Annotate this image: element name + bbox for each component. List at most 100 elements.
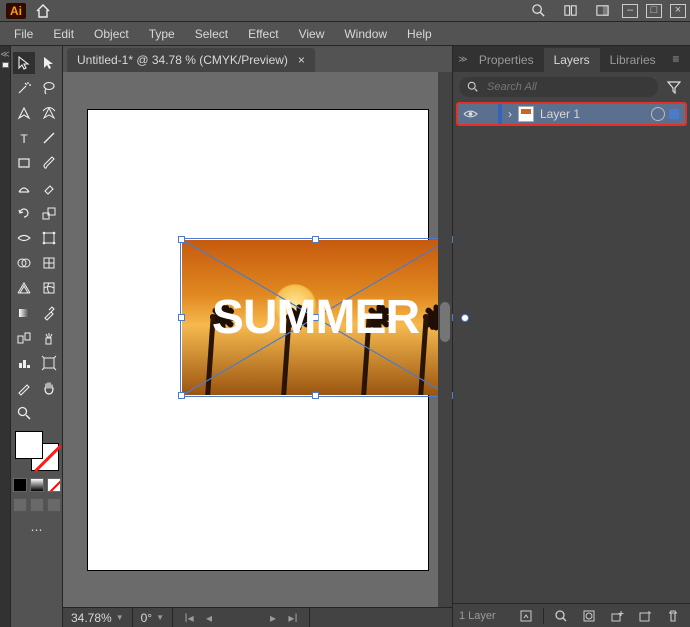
document-tab-close-icon[interactable]: × bbox=[298, 53, 305, 67]
handle-top-middle[interactable] bbox=[312, 236, 319, 243]
zoom-level[interactable]: 34.78%▼ bbox=[63, 608, 133, 627]
symbol-sprayer-tool[interactable] bbox=[38, 327, 60, 349]
content-grabber[interactable] bbox=[461, 314, 469, 322]
draw-inside[interactable] bbox=[47, 498, 61, 512]
magic-wand-tool[interactable] bbox=[13, 77, 35, 99]
draw-behind[interactable] bbox=[30, 498, 44, 512]
layer-name[interactable]: Layer 1 bbox=[540, 107, 651, 121]
last-artboard-button[interactable]: ▸I bbox=[285, 611, 301, 625]
arrange-documents-button[interactable] bbox=[554, 0, 586, 22]
gradient-swatch[interactable] bbox=[30, 478, 44, 492]
column-graph-tool[interactable] bbox=[13, 352, 35, 374]
free-transform-tool[interactable] bbox=[38, 227, 60, 249]
handle-middle-left[interactable] bbox=[178, 314, 185, 321]
artboard-tool[interactable] bbox=[38, 352, 60, 374]
document-tabs: Untitled-1* @ 34.78 % (CMYK/Preview) × bbox=[63, 46, 452, 72]
eraser-tool[interactable] bbox=[38, 177, 60, 199]
selection-indicator[interactable] bbox=[669, 109, 679, 119]
fill-swatch[interactable] bbox=[15, 431, 43, 459]
shape-builder-tool[interactable] bbox=[13, 252, 35, 274]
scrollbar-thumb[interactable] bbox=[440, 302, 450, 342]
panel-tabs: ≫ Properties Layers Libraries ≡ bbox=[453, 46, 690, 72]
mesh-tool[interactable] bbox=[38, 277, 60, 299]
handle-bottom-left[interactable] bbox=[178, 392, 185, 399]
gradient-tool[interactable] bbox=[13, 302, 35, 324]
rotate-tool[interactable] bbox=[13, 202, 35, 224]
layer-search-field[interactable] bbox=[459, 77, 658, 97]
pen-tool[interactable] bbox=[13, 102, 35, 124]
fill-stroke-control[interactable] bbox=[15, 431, 59, 471]
handle-bottom-middle[interactable] bbox=[312, 392, 319, 399]
dock-expand-icon: ≪ bbox=[0, 49, 9, 60]
direct-selection-tool[interactable] bbox=[38, 52, 60, 74]
prev-artboard-button[interactable]: ◂ bbox=[201, 611, 217, 625]
lasso-tool[interactable] bbox=[38, 77, 60, 99]
perspective-grid-tool[interactable] bbox=[13, 277, 35, 299]
content-row: ≪ T bbox=[0, 46, 690, 627]
menu-select[interactable]: Select bbox=[185, 24, 238, 44]
vertical-scrollbar[interactable] bbox=[438, 72, 452, 607]
menu-help[interactable]: Help bbox=[397, 24, 442, 44]
clipping-mask-button[interactable] bbox=[578, 606, 600, 626]
line-segment-tool[interactable] bbox=[38, 127, 60, 149]
width-tool[interactable] bbox=[13, 227, 35, 249]
blend-tool[interactable] bbox=[13, 327, 35, 349]
layer-filter-button[interactable] bbox=[664, 77, 684, 97]
next-artboard-button[interactable]: ▸ bbox=[265, 611, 281, 625]
delete-layer-button[interactable] bbox=[662, 606, 684, 626]
first-artboard-button[interactable]: I◂ bbox=[181, 611, 197, 625]
menu-object[interactable]: Object bbox=[84, 24, 139, 44]
menu-effect[interactable]: Effect bbox=[238, 24, 288, 44]
type-tool[interactable]: T bbox=[13, 127, 35, 149]
live-paint-bucket-tool[interactable] bbox=[38, 252, 60, 274]
shaper-tool[interactable] bbox=[13, 177, 35, 199]
menu-type[interactable]: Type bbox=[139, 24, 185, 44]
tab-layers[interactable]: Layers bbox=[544, 48, 600, 72]
hand-tool[interactable] bbox=[38, 377, 60, 399]
handle-top-left[interactable] bbox=[178, 236, 185, 243]
window-minimize-button[interactable]: – bbox=[622, 4, 638, 18]
panel-flyout-menu-icon[interactable]: ≡ bbox=[666, 46, 686, 72]
color-swatch[interactable] bbox=[13, 478, 27, 492]
layer-row-1[interactable]: › Layer 1 bbox=[456, 102, 687, 126]
eyedropper-tool[interactable] bbox=[38, 302, 60, 324]
layer-search-input[interactable] bbox=[485, 80, 650, 94]
tab-libraries[interactable]: Libraries bbox=[600, 48, 666, 72]
none-swatch[interactable] bbox=[47, 478, 61, 492]
window-close-button[interactable]: × bbox=[670, 4, 686, 18]
menu-file[interactable]: File bbox=[4, 24, 43, 44]
collapse-panel-icon[interactable]: ≫ bbox=[457, 46, 469, 72]
new-layer-button[interactable] bbox=[634, 606, 656, 626]
selected-placed-image[interactable]: SUMMER bbox=[182, 240, 449, 395]
document-tab[interactable]: Untitled-1* @ 34.78 % (CMYK/Preview) × bbox=[67, 48, 315, 72]
scale-tool[interactable] bbox=[38, 202, 60, 224]
new-sublayer-button[interactable] bbox=[606, 606, 628, 626]
curvature-tool[interactable] bbox=[38, 102, 60, 124]
paintbrush-tool[interactable] bbox=[38, 152, 60, 174]
home-button[interactable] bbox=[32, 0, 54, 22]
menu-window[interactable]: Window bbox=[334, 24, 397, 44]
chevron-down-icon: ▼ bbox=[156, 613, 164, 622]
target-icon[interactable] bbox=[651, 107, 665, 121]
window-maximize-button[interactable]: □ bbox=[646, 4, 662, 18]
illustrator-logo: Ai bbox=[6, 3, 26, 19]
left-dock-collapsed[interactable]: ≪ bbox=[0, 46, 11, 627]
menu-view[interactable]: View bbox=[289, 24, 335, 44]
zoom-tool[interactable] bbox=[13, 402, 35, 424]
workspace-switcher-button[interactable] bbox=[586, 0, 618, 22]
canvas[interactable]: SUMMER bbox=[63, 72, 452, 607]
selection-tool[interactable] bbox=[13, 52, 35, 74]
tab-properties[interactable]: Properties bbox=[469, 48, 544, 72]
disclose-layer-icon[interactable]: › bbox=[502, 107, 518, 121]
collect-export-button[interactable] bbox=[515, 606, 537, 626]
visibility-toggle-icon[interactable] bbox=[458, 108, 482, 120]
menu-edit[interactable]: Edit bbox=[43, 24, 84, 44]
locate-object-button[interactable] bbox=[550, 606, 572, 626]
search-document-button[interactable] bbox=[522, 0, 554, 22]
edit-toolbar-button[interactable]: ⋯ bbox=[26, 519, 48, 541]
draw-normal[interactable] bbox=[13, 498, 27, 512]
document-area: Untitled-1* @ 34.78 % (CMYK/Preview) × S… bbox=[63, 46, 452, 627]
slice-tool[interactable] bbox=[13, 377, 35, 399]
rectangle-tool[interactable] bbox=[13, 152, 35, 174]
rotation-value[interactable]: 0°▼ bbox=[133, 608, 173, 627]
